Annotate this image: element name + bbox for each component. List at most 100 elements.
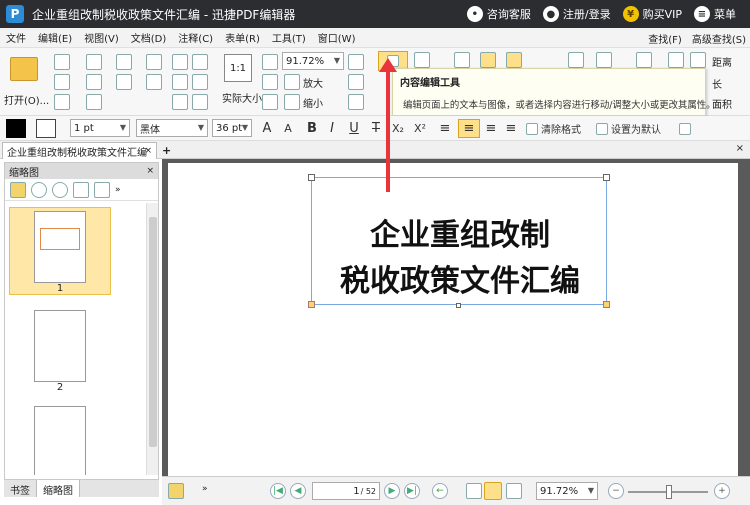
document-icon[interactable] [54,94,70,110]
last-page-button[interactable]: ▶| [404,483,420,499]
hand-tool-icon[interactable] [172,54,188,70]
fit-page-icon[interactable] [262,54,278,70]
status-zoom-select[interactable]: 91.72% ▼ [536,482,598,500]
selected-text-box[interactable]: 企业重组改制 税收政策文件汇编 [308,174,610,308]
increase-font-icon[interactable]: A [258,119,276,138]
stroke-color-swatch[interactable] [36,119,56,138]
measure-icon[interactable] [690,52,706,68]
thumbnail-page-1[interactable]: 1 [9,207,111,295]
note-icon[interactable] [506,52,522,68]
save-icon[interactable] [54,54,70,70]
menu-document[interactable]: 文档(D) [125,30,173,45]
zoom-out-icon[interactable]: − [608,483,624,499]
find-button[interactable]: 查找(F) [648,31,682,46]
resize-handle[interactable] [308,301,315,308]
back-icon[interactable] [146,54,162,70]
distance-tool-label[interactable]: 距离 [712,54,732,69]
text-tool-icon[interactable] [454,52,470,68]
gear-icon[interactable] [168,483,184,499]
gear-icon[interactable] [10,181,26,198]
snapshot-icon[interactable] [192,94,208,110]
align-center-icon[interactable]: ≡ [458,119,480,138]
scrollbar-thumb[interactable] [149,217,157,447]
rotate-left-icon[interactable] [348,74,364,90]
next-page-button[interactable]: ▶ [384,483,400,499]
document-title-line-2[interactable]: 税收政策文件汇编 [312,264,608,300]
rotate-cw-icon[interactable] [73,181,89,198]
thumbnail-scrollbar[interactable] [146,203,158,475]
menu-window[interactable]: 窗口(W) [312,30,362,45]
open-button-label[interactable]: 打开(O)... [4,92,49,107]
thumbnails-tab[interactable]: 缩略图 [37,480,80,497]
strikethrough-button[interactable]: T [368,119,384,138]
continuous-page-icon[interactable] [484,482,502,500]
resize-handle[interactable] [308,174,315,181]
document-title-line-1[interactable]: 企业重组改制 [312,218,608,254]
typewriter-icon[interactable] [480,52,496,68]
font-name-select[interactable]: 黑体 ▼ [136,119,208,137]
camera-icon[interactable] [192,54,208,70]
align-right-icon[interactable]: ≡ [482,119,500,138]
thumbnail-page-2[interactable]: 2 [9,307,111,395]
double-chevron-down-icon[interactable]: » [202,484,208,494]
line-width-select[interactable]: 1 pt ▼ [70,119,130,137]
email-icon[interactable] [86,54,102,70]
facing-page-icon[interactable] [506,483,522,499]
login-button[interactable]: ● 注册/登录 [542,6,611,22]
zoom-in-button[interactable]: 放大 [284,74,323,90]
actual-size-icon[interactable]: 1:1 [224,54,252,82]
resize-handle[interactable] [456,303,461,308]
decrease-font-icon[interactable]: A [280,119,296,138]
close-icon[interactable]: × [144,146,152,156]
align-left-icon[interactable]: ≡ [436,119,454,138]
open-folder-icon[interactable] [6,54,42,84]
undo-icon[interactable] [116,54,132,70]
set-default-button[interactable]: 设置为默认 [596,119,672,138]
cloud-upload-icon[interactable] [86,74,102,90]
redo-icon[interactable] [116,74,132,90]
zoom-slider-knob[interactable] [666,485,672,499]
consult-button[interactable]: • 咨询客服 [466,6,531,22]
bold-button[interactable]: B [304,119,320,138]
actual-size-label[interactable]: 实际大小 [222,90,262,105]
fit-width-icon[interactable] [262,74,278,90]
clipboard-icon[interactable] [192,74,208,90]
print-icon[interactable] [54,74,70,90]
line-tool-icon[interactable] [568,52,584,68]
fit-visible-icon[interactable] [262,94,278,110]
close-icon[interactable]: × [146,166,154,176]
image-icon[interactable] [172,94,188,110]
resize-handle[interactable] [603,174,610,181]
zoom-out-icon[interactable] [52,181,68,198]
menu-edit[interactable]: 编辑(E) [32,30,78,45]
menu-file[interactable]: 文件 [0,30,32,45]
subscript-button[interactable]: X₂ [388,119,408,138]
menu-comment[interactable]: 注释(C) [172,30,219,45]
menu-view[interactable]: 视图(V) [78,30,125,45]
menu-tools[interactable]: 工具(T) [266,30,312,45]
zoom-slider[interactable] [628,485,708,499]
resize-handle[interactable] [603,301,610,308]
text-check-icon[interactable] [676,119,694,138]
zoom-out-button[interactable]: 缩小 [284,94,323,110]
rotate-ccw-icon[interactable] [94,181,110,198]
superscript-button[interactable]: X² [410,119,430,138]
double-chevron-down-icon[interactable]: » [115,185,121,195]
select-text-icon[interactable] [172,74,188,90]
menu-form[interactable]: 表单(R) [219,30,266,45]
clear-format-button[interactable]: 清除格式 [526,119,592,138]
justify-icon[interactable]: ≡ [502,119,520,138]
thumbnail-page-3[interactable]: 3 [9,403,111,475]
advanced-find-button[interactable]: 高级查找(S) [692,31,746,46]
zoom-select[interactable]: 91.72% ▼ [282,52,344,70]
single-page-icon[interactable] [466,483,482,499]
history-back-button[interactable]: ← [432,483,448,499]
first-page-button[interactable]: |◀ [270,483,286,499]
export-icon[interactable] [86,94,102,110]
rotate-right-icon[interactable] [348,94,364,110]
font-size-select[interactable]: 36 pt ▼ [212,119,252,137]
previous-page-button[interactable]: ◀ [290,483,306,499]
pencil-icon[interactable] [668,52,684,68]
document-page[interactable]: 企业重组改制 税收政策文件汇编 [168,163,738,476]
bookmarks-tab[interactable]: 书签 [4,480,37,497]
